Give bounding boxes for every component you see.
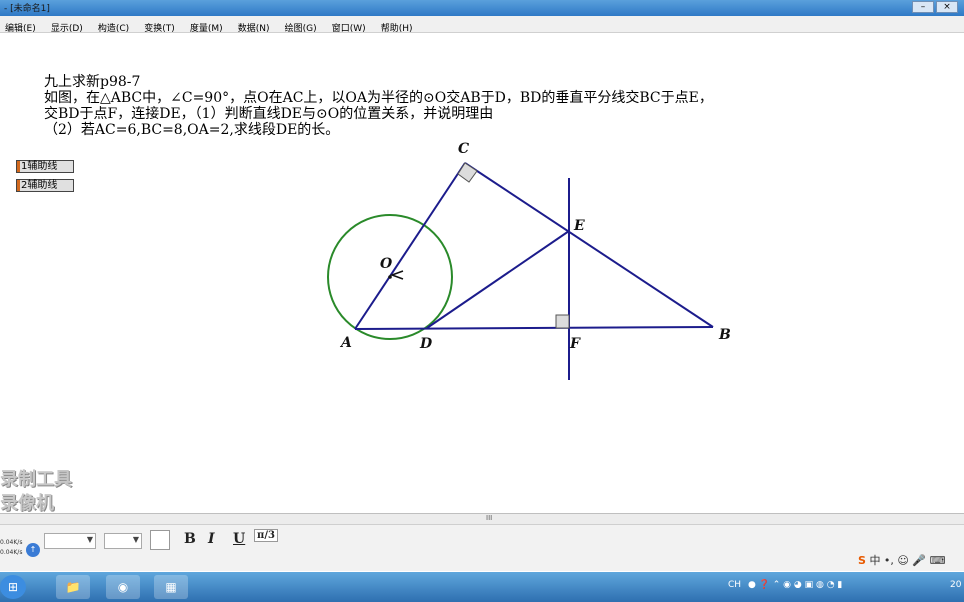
upload-speed: 0.04K/s: [0, 539, 23, 546]
segment-ac[interactable]: [354, 162, 466, 330]
ime-toolbar[interactable]: S 中 •, ☺ 🎤 ⌨: [858, 552, 945, 568]
net-speed-widget: 0.04K/s 0.04K/s: [0, 538, 26, 558]
label-e: E: [573, 218, 585, 234]
underline-button[interactable]: U: [233, 531, 245, 547]
browser-icon[interactable]: ◉: [106, 575, 140, 599]
font-family-select[interactable]: ▼: [44, 533, 96, 549]
recorder-watermark: 录制工具 录像机: [0, 468, 72, 516]
sketchpad-app-icon[interactable]: ▦: [154, 575, 188, 599]
text-format-toolbar: ▼ ▼ B I U π/3: [0, 524, 964, 571]
font-size-select[interactable]: ▼: [104, 533, 142, 549]
clock[interactable]: 20: [950, 580, 961, 590]
label-f: F: [569, 336, 581, 352]
right-angle-marker-c: [457, 162, 478, 183]
text-color-button[interactable]: [150, 530, 170, 550]
right-angle-marker-f: [555, 314, 570, 329]
point-o[interactable]: [388, 275, 392, 279]
segment-ab[interactable]: [354, 326, 714, 330]
chevron-down-icon: ▼: [86, 535, 93, 544]
tray-icons[interactable]: ● ❓ ⌃ ◉ ◕ ▣ ◍ ◔ ▮: [748, 580, 842, 590]
download-speed: 0.04K/s: [0, 549, 23, 556]
label-b: B: [718, 327, 731, 343]
horizontal-scrollbar[interactable]: III: [0, 513, 964, 524]
language-indicator[interactable]: CH: [728, 580, 741, 590]
start-orb-icon[interactable]: ⊞: [0, 575, 26, 599]
math-format-button[interactable]: π/3: [254, 529, 278, 542]
chevron-down-icon: ▼: [132, 535, 139, 544]
geometry-diagram: C E O A D F B: [327, 141, 731, 380]
label-d: D: [419, 336, 433, 352]
taskbar: ⊞ 📁 ◉ ▦ CH ● ❓ ⌃ ◉ ◕ ▣ ◍ ◔ ▮ 20: [0, 572, 964, 602]
label-a: A: [339, 335, 352, 351]
scrollbar-grip[interactable]: III: [486, 514, 492, 522]
segment-de[interactable]: [426, 230, 570, 329]
ime-status[interactable]: 中 •, ☺ 🎤 ⌨: [869, 554, 945, 567]
file-explorer-icon[interactable]: 📁: [56, 575, 90, 599]
segment-cb[interactable]: [464, 162, 714, 328]
watermark-line-1: 录制工具: [0, 469, 72, 490]
sogou-icon[interactable]: S: [858, 554, 866, 567]
label-o: O: [380, 256, 393, 272]
speed-meter-icon[interactable]: ↑: [26, 543, 40, 557]
italic-button[interactable]: I: [208, 531, 215, 547]
label-c: C: [458, 141, 469, 157]
bold-button[interactable]: B: [184, 531, 196, 547]
